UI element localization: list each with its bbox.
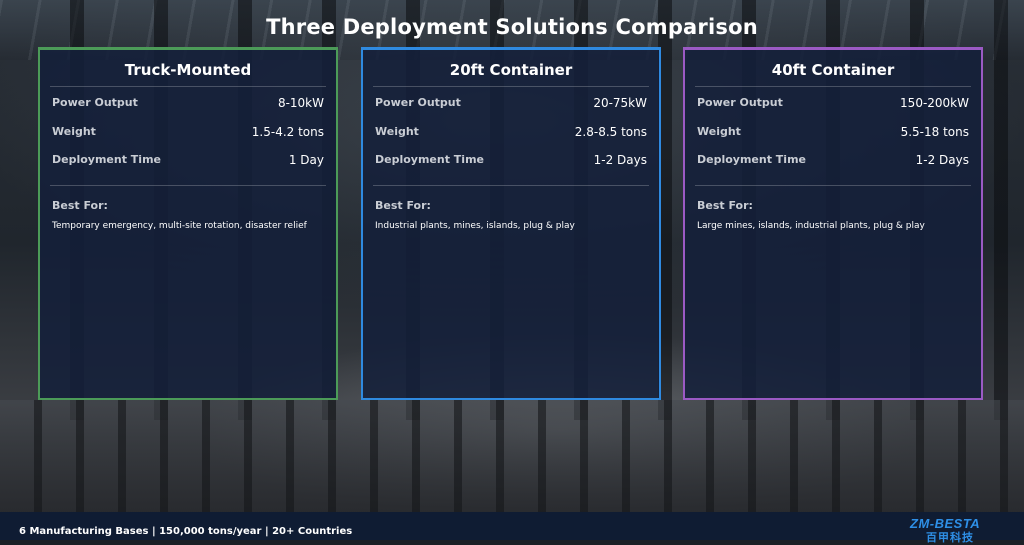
spec-row-deployment: Deployment Time 1-2 Days <box>697 153 969 171</box>
footer-stats: 6 Manufacturing Bases | 150,000 tons/yea… <box>19 526 353 537</box>
divider <box>50 185 326 186</box>
card-accent-bar <box>38 47 338 50</box>
spec-row-power: Power Output 8-10kW <box>52 96 324 114</box>
spec-value: 1-2 Days <box>915 153 969 167</box>
spec-value: 1.5-4.2 tons <box>251 125 324 139</box>
spec-row-power: Power Output 20-75kW <box>375 96 647 114</box>
card-truck-mounted: Truck-Mounted Power Output 8-10kW Weight… <box>38 47 338 400</box>
spec-row-weight: Weight 2.8-8.5 tons <box>375 125 647 143</box>
best-for-text: Large mines, islands, industrial plants,… <box>697 221 925 231</box>
logo-chinese-name: 百甲科技 <box>926 531 974 544</box>
spec-value: 1 Day <box>288 153 324 167</box>
spec-label: Deployment Time <box>52 153 162 166</box>
spec-value: 2.8-8.5 tons <box>574 125 647 139</box>
spec-row-deployment: Deployment Time 1-2 Days <box>375 153 647 171</box>
best-for-label: Best For: <box>375 199 431 212</box>
spec-label: Power Output <box>375 96 461 109</box>
card-title: Truck-Mounted <box>124 61 252 79</box>
divider <box>373 185 649 186</box>
spec-label: Weight <box>375 125 419 138</box>
spec-value: 1-2 Days <box>593 153 647 167</box>
spec-value: 5.5-18 tons <box>900 125 969 139</box>
spec-label: Weight <box>697 125 741 138</box>
company-logo: ZM-BESTA 百甲科技 <box>910 516 1010 544</box>
card-accent-bar <box>361 47 661 50</box>
spec-label: Weight <box>52 125 96 138</box>
card-title: 20ft Container <box>449 61 573 79</box>
spec-label: Power Output <box>697 96 783 109</box>
spec-value: 150-200kW <box>900 96 969 110</box>
best-for-label: Best For: <box>52 199 108 212</box>
divider <box>695 185 971 186</box>
spec-value: 8-10kW <box>277 96 324 110</box>
divider <box>373 86 649 87</box>
card-accent-bar <box>683 47 983 50</box>
page-title: Three Deployment Solutions Comparison <box>266 15 758 39</box>
background-floor <box>0 400 1024 512</box>
spec-row-weight: Weight 1.5-4.2 tons <box>52 125 324 143</box>
footer-bar: 6 Manufacturing Bases | 150,000 tons/yea… <box>0 512 1024 544</box>
best-for-text: Temporary emergency, multi-site rotation… <box>52 221 307 231</box>
card-20ft-container: 20ft Container Power Output 20-75kW Weig… <box>361 47 661 400</box>
card-40ft-container: 40ft Container Power Output 150-200kW We… <box>683 47 983 400</box>
spec-label: Power Output <box>52 96 138 109</box>
divider <box>695 86 971 87</box>
best-for-text: Industrial plants, mines, islands, plug … <box>375 221 575 231</box>
spec-row-weight: Weight 5.5-18 tons <box>697 125 969 143</box>
best-for-label: Best For: <box>697 199 753 212</box>
divider <box>50 86 326 87</box>
spec-value: 20-75kW <box>593 96 647 110</box>
spec-row-deployment: Deployment Time 1 Day <box>52 153 324 171</box>
spec-row-power: Power Output 150-200kW <box>697 96 969 114</box>
card-title: 40ft Container <box>771 61 895 79</box>
spec-label: Deployment Time <box>697 153 807 166</box>
spec-label: Deployment Time <box>375 153 485 166</box>
